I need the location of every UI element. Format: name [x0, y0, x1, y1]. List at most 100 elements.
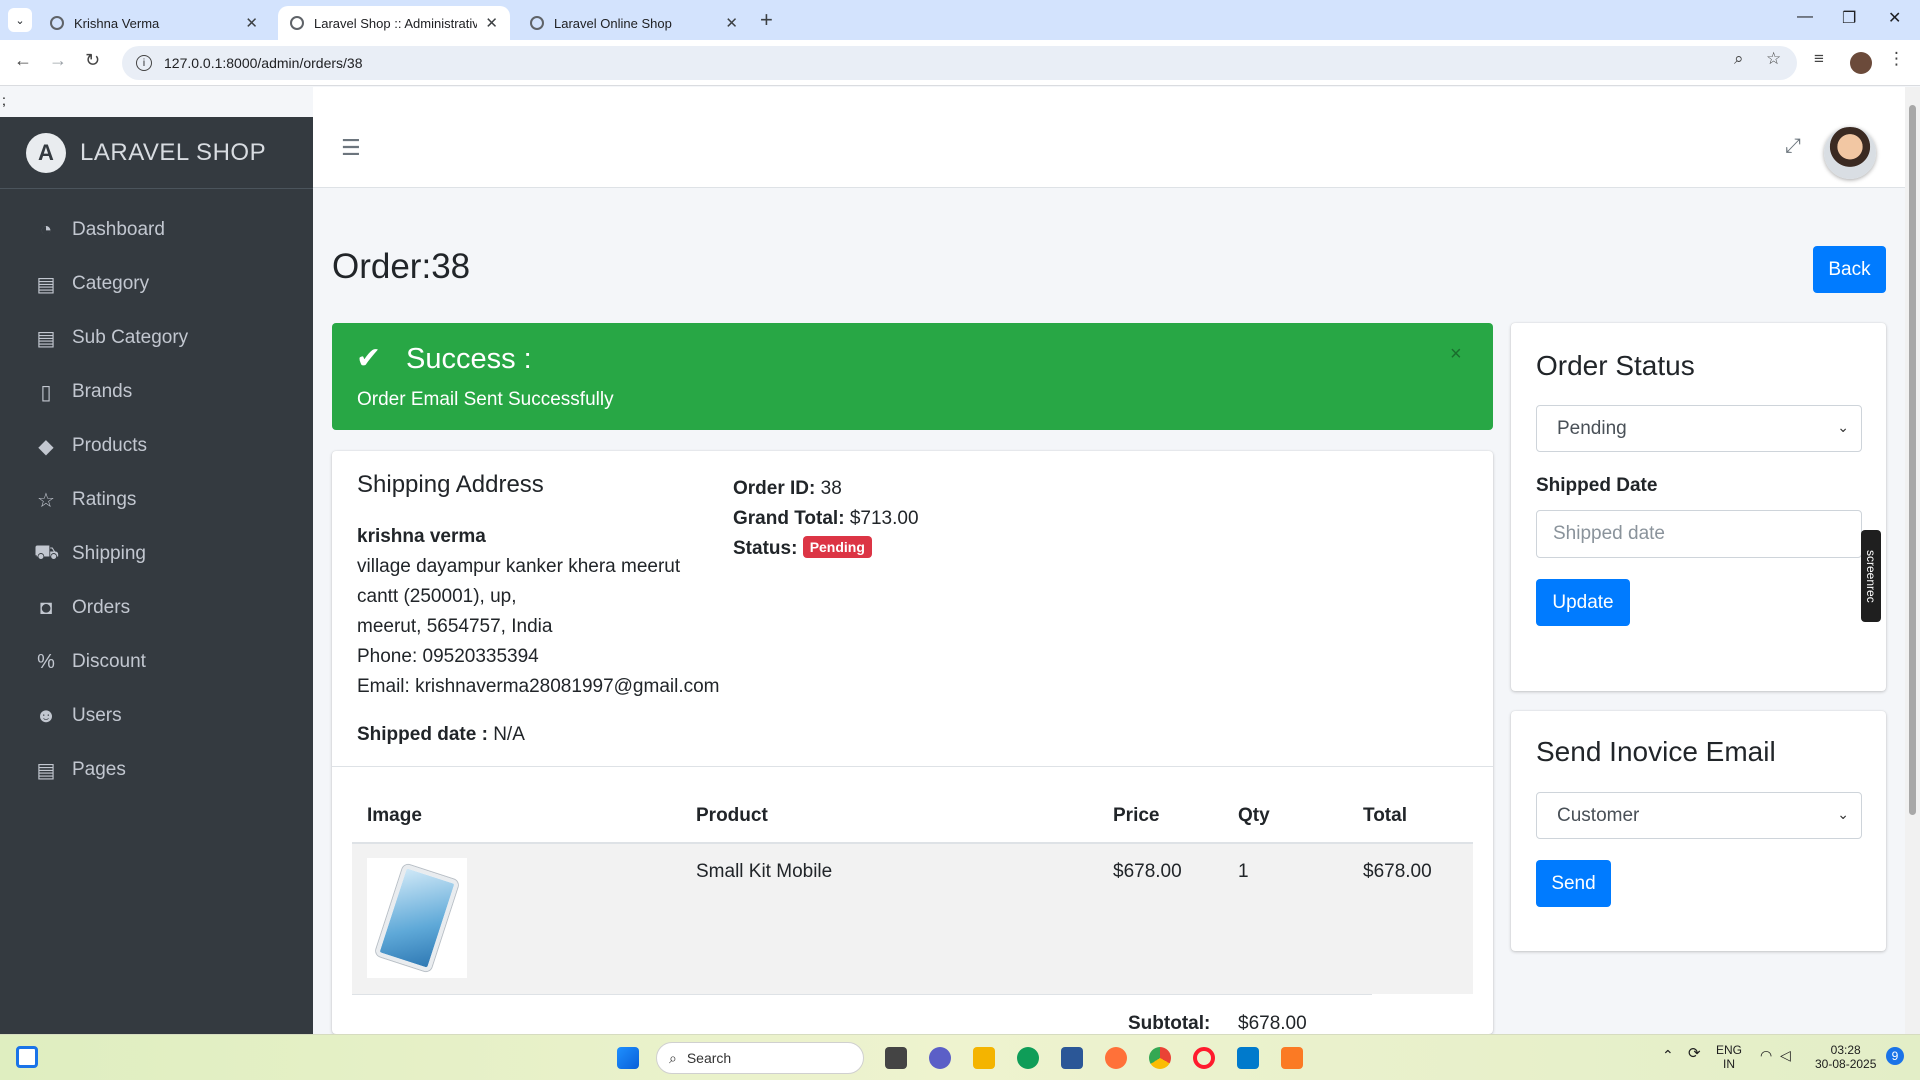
sync-icon[interactable]: ⟳	[1688, 1046, 1701, 1061]
region-code: IN	[1723, 1057, 1735, 1071]
sidebar-item-products[interactable]: ◆ Products	[0, 419, 313, 473]
opera-icon[interactable]	[1193, 1047, 1215, 1069]
brand[interactable]: A LARAVEL SHOP	[0, 117, 313, 189]
browser-tab-1[interactable]: Krishna Verma ✕	[38, 6, 270, 40]
sidebar-item-dashboard[interactable]: ◔ Dashboard	[0, 203, 313, 257]
teams-icon[interactable]	[929, 1047, 951, 1069]
sidebar-item-brands[interactable]: ▯ Brands	[0, 365, 313, 419]
address-line-1: village dayampur kanker khera meerut	[357, 556, 681, 577]
edge-icon[interactable]	[1017, 1047, 1039, 1069]
chrome-icon[interactable]	[1149, 1047, 1171, 1069]
sidebar-item-users[interactable]: ☻ Users	[0, 689, 313, 743]
sidebar-item-ratings[interactable]: ☆ Ratings	[0, 473, 313, 527]
address-line-2: cantt (250001), up,	[357, 586, 517, 607]
table-header-qty: Qty	[1238, 805, 1270, 826]
zoom-icon[interactable]: ⌕	[1734, 49, 1744, 69]
star-icon: ☆	[37, 489, 55, 512]
hamburger-menu-icon[interactable]: ☰	[341, 135, 361, 161]
windows-start-icon[interactable]	[617, 1047, 639, 1069]
browser-tab-2[interactable]: Laravel Shop :: Administrative P ✕	[278, 6, 510, 40]
alert-heading: Success :	[406, 343, 532, 375]
browser-profile-avatar[interactable]	[1850, 52, 1872, 74]
product-image	[367, 858, 467, 978]
clock[interactable]: 03:28 30-08-2025	[1815, 1043, 1876, 1071]
tab-search-button[interactable]: ⌄	[8, 8, 32, 32]
alert-close-icon[interactable]: ×	[1450, 343, 1462, 366]
close-tab-icon[interactable]: ✕	[485, 14, 498, 32]
user-avatar[interactable]	[1824, 127, 1876, 179]
media-control-icon[interactable]: ≡	[1814, 49, 1824, 69]
users-icon: ☻	[35, 704, 57, 727]
task-view-icon[interactable]	[885, 1047, 907, 1069]
widgets-icon[interactable]	[16, 1046, 38, 1068]
shipped-date-placeholder: Shipped date	[1553, 523, 1665, 544]
screenrec-widget[interactable]: screenrec	[1861, 530, 1881, 622]
invoice-recipient-select[interactable]: Customer ⌄	[1536, 792, 1862, 839]
back-button[interactable]: Back	[1813, 246, 1886, 293]
book-icon: ▯	[40, 381, 52, 404]
brand-name: LARAVEL SHOP	[80, 138, 267, 166]
sidebar-item-orders[interactable]: ◘ Orders	[0, 581, 313, 635]
shipped-date-input[interactable]: Shipped date	[1536, 510, 1862, 558]
tablet-image	[374, 863, 460, 973]
shipped-date-field-label: Shipped Date	[1536, 475, 1658, 496]
sidebar-item-discount[interactable]: % Discount	[0, 635, 313, 689]
cell-qty: 1	[1238, 861, 1249, 882]
language-indicator[interactable]: ENG IN	[1716, 1043, 1742, 1071]
search-icon: ⌕	[669, 1049, 677, 1066]
row-divider	[352, 994, 1372, 995]
reload-icon[interactable]: ↻	[85, 50, 100, 71]
scrollbar-thumb[interactable]	[1909, 105, 1916, 815]
restore-icon[interactable]: ❐	[1842, 8, 1856, 28]
send-button[interactable]: Send	[1536, 860, 1611, 907]
page-scrollbar[interactable]	[1905, 87, 1920, 1034]
send-invoice-card: Send Inovice Email Customer ⌄ Send	[1511, 711, 1886, 951]
back-arrow-icon[interactable]: ←	[14, 50, 32, 71]
notification-badge[interactable]: 9	[1886, 1047, 1904, 1065]
order-details-card: Shipping Address krishna verma village d…	[332, 451, 1493, 1034]
wifi-icon[interactable]: ◠	[1760, 1048, 1772, 1062]
order-status-selected: Pending	[1557, 417, 1627, 439]
vscode-icon[interactable]	[1237, 1047, 1259, 1069]
order-meta: Order ID: 38 Grand Total: $713.00 Status…	[733, 474, 919, 564]
chevron-up-icon[interactable]: ⌃	[1662, 1048, 1674, 1062]
url-bar[interactable]: i 127.0.0.1:8000/admin/orders/38	[122, 46, 1797, 80]
bookmark-star-icon[interactable]: ☆	[1766, 49, 1781, 69]
volume-icon[interactable]: ◁	[1780, 1048, 1791, 1062]
sidebar-item-shipping[interactable]: ⛟ Shipping	[0, 527, 313, 581]
site-info-icon[interactable]: i	[136, 55, 152, 71]
forward-arrow-icon[interactable]: →	[49, 50, 67, 71]
browser-tab-3[interactable]: Laravel Online Shop ✕	[518, 6, 750, 40]
bag-icon: ◘	[39, 596, 53, 619]
browser-tab-bar: ⌄ Krishna Verma ✕ Laravel Shop :: Admini…	[0, 0, 1920, 40]
update-button[interactable]: Update	[1536, 579, 1630, 626]
table-header-total: Total	[1363, 805, 1407, 826]
taskbar-search[interactable]: ⌕ Search	[656, 1042, 864, 1074]
minimize-icon[interactable]: —	[1797, 8, 1813, 26]
top-header: ☰ ⤢	[313, 87, 1905, 188]
sidebar-item-sub-category[interactable]: ▤ Sub Category	[0, 311, 313, 365]
cell-product: Small Kit Mobile	[696, 861, 833, 882]
store-icon[interactable]	[1061, 1047, 1083, 1069]
xampp-icon[interactable]	[1281, 1047, 1303, 1069]
shipping-address: krishna verma village dayampur kanker kh…	[357, 522, 720, 702]
file-explorer-icon[interactable]	[973, 1047, 995, 1069]
new-tab-icon[interactable]: +	[760, 7, 773, 33]
fullscreen-icon[interactable]: ⤢	[1785, 135, 1801, 158]
send-invoice-title: Send Inovice Email	[1536, 736, 1776, 767]
firefox-icon[interactable]	[1105, 1047, 1127, 1069]
close-tab-icon[interactable]: ✕	[245, 14, 258, 32]
chevron-down-icon: ⌄	[1837, 419, 1849, 435]
sidebar-item-pages[interactable]: ▤ Pages	[0, 743, 313, 797]
close-tab-icon[interactable]: ✕	[725, 14, 738, 32]
check-icon: ✔	[356, 342, 382, 375]
globe-icon	[530, 16, 544, 30]
order-status-select[interactable]: Pending ⌄	[1536, 405, 1862, 452]
sidebar-item-category[interactable]: ▤ Category	[0, 257, 313, 311]
cell-total: $678.00	[1363, 861, 1432, 882]
browser-menu-icon[interactable]: ⋮	[1888, 49, 1905, 69]
windows-taskbar: ⌕ Search ⌃ ⟳ ENG IN ◠ ◁ 03:28 30-08-2025…	[0, 1034, 1920, 1080]
window-close-icon[interactable]: ✕	[1888, 8, 1901, 28]
table-row	[352, 844, 1473, 994]
globe-icon	[50, 16, 64, 30]
